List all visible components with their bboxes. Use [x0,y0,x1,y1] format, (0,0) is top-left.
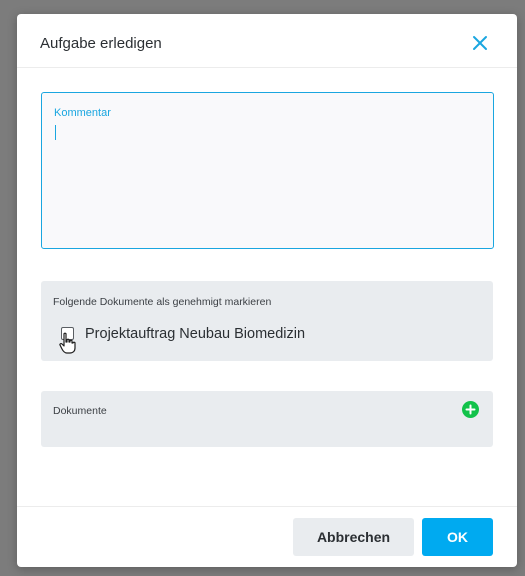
text-caret [55,125,56,140]
documents-label: Dokumente [53,405,107,417]
document-name[interactable]: Projektauftrag Neubau Biomedizin [85,326,305,342]
dialog-header: Aufgabe erledigen [17,14,517,68]
dialog-title: Aufgabe erledigen [40,35,162,52]
comment-label: Kommentar [54,107,111,119]
approve-documents-panel: Folgende Dokumente als genehmigt markier… [41,281,493,361]
cancel-button[interactable]: Abbrechen [293,518,414,556]
documents-panel: Dokumente [41,391,493,447]
close-button[interactable] [468,31,492,55]
comment-input[interactable] [54,123,481,241]
plus-circle-icon [465,404,476,415]
dialog-footer: Abbrechen OK [17,506,517,567]
ok-button[interactable]: OK [422,518,493,556]
comment-field[interactable]: Kommentar [41,92,494,249]
approve-documents-label: Folgende Dokumente als genehmigt markier… [53,296,272,308]
hand-cursor-icon [59,332,76,354]
complete-task-dialog: Aufgabe erledigen Kommentar Folgende Dok… [17,14,517,567]
close-icon [473,36,487,50]
add-document-button[interactable] [462,401,479,418]
